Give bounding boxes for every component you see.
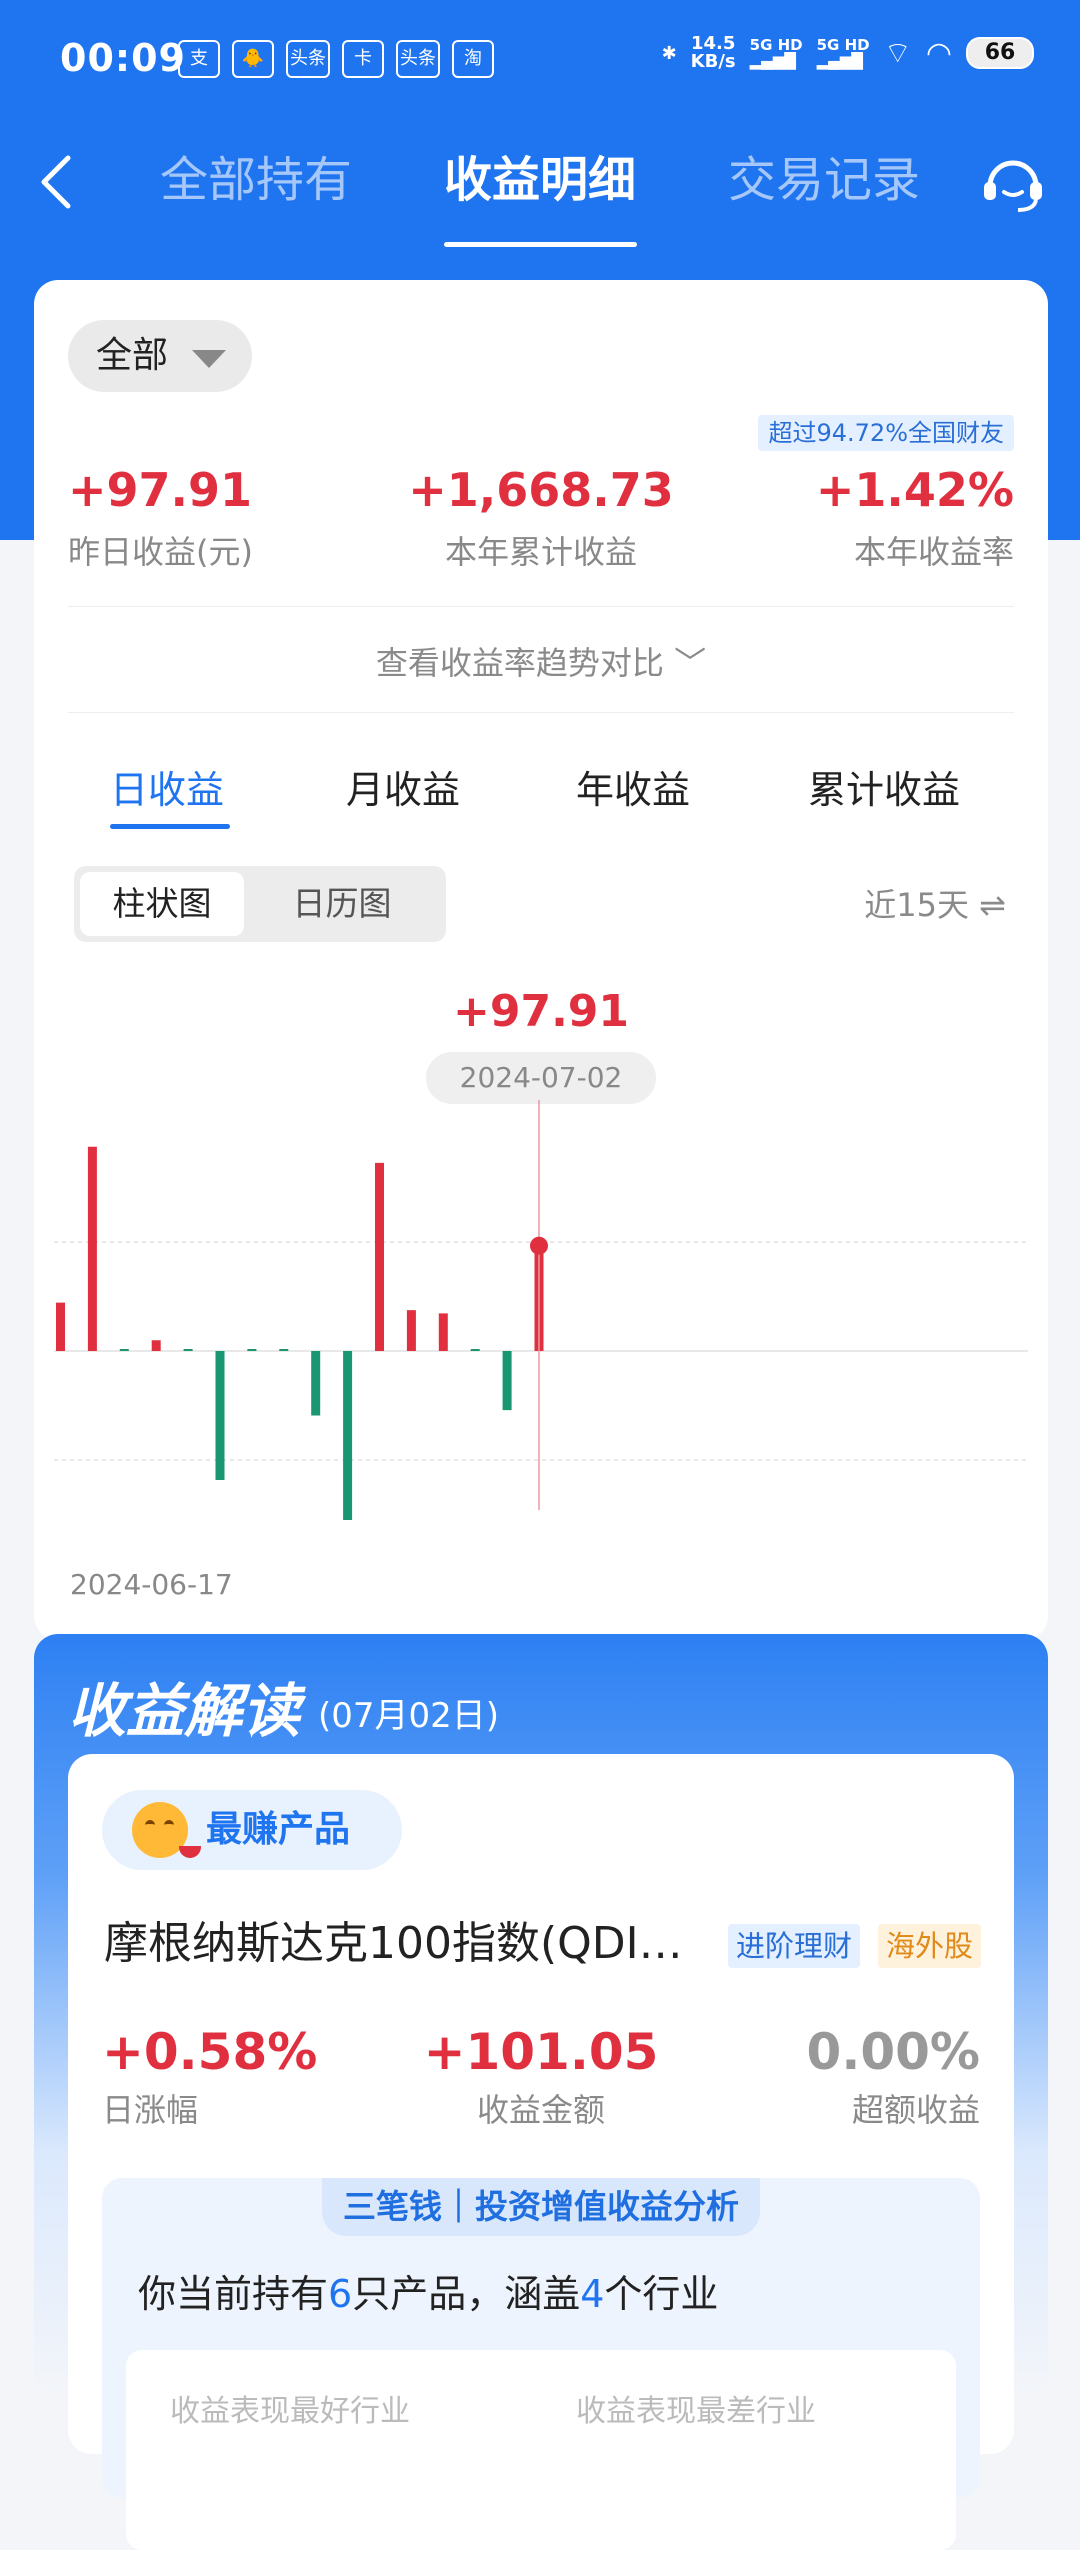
tab-yearly-income[interactable]: 年收益: [576, 760, 690, 820]
excess-return-metric: 0.00% 超额收益: [806, 2023, 980, 2129]
bar-2024-06-20[interactable]: [151, 1340, 161, 1351]
bluetooth-icon: ✱: [661, 42, 677, 64]
bar-2024-06-26[interactable]: [343, 1351, 353, 1520]
bar-2024-06-17[interactable]: [56, 1302, 65, 1351]
signal-icon: 5G HD ▂▄▆█: [816, 36, 870, 70]
back-button[interactable]: [36, 152, 76, 222]
bar-2024-06-24[interactable]: [279, 1349, 289, 1351]
worst-industry-label: 收益表现最差行业: [576, 2394, 816, 2429]
tab-monthly-income[interactable]: 月收益: [346, 760, 460, 820]
tooltip-value: +97.91: [452, 986, 630, 1037]
income-analysis-section: 收益解读 (07月02日) 最赚产品 摩根纳斯达克100指数(QDI… 进阶理财…: [34, 1634, 1048, 2550]
selected-point-marker: [530, 1236, 548, 1255]
bar-2024-07-01[interactable]: [502, 1351, 512, 1411]
alipay-icon: 支: [178, 40, 220, 78]
status-time: 00:09: [60, 36, 186, 80]
product-filter-dropdown[interactable]: 全部: [68, 320, 252, 392]
customer-service-icon[interactable]: [978, 148, 1048, 218]
tooltip-date: 2024-07-02: [426, 1052, 656, 1104]
active-period-indicator: [110, 824, 230, 829]
analysis-date: (07月02日): [318, 1696, 500, 1736]
hotspot-icon: ⌔: [883, 36, 912, 71]
toutiao-icon: 头条: [286, 40, 330, 78]
product-tag: 海外股: [878, 1924, 982, 1968]
smile-emoji-icon: [132, 1802, 201, 1858]
network-speed: 14.5 KB/s: [690, 33, 736, 72]
calendar-view-button[interactable]: 日历图: [252, 872, 432, 936]
x-axis-start-label: 2024-06-17: [70, 1568, 233, 1601]
triangle-down-icon: [192, 350, 226, 368]
bar-2024-06-25[interactable]: [311, 1351, 321, 1416]
toutiao-icon: 头条: [396, 40, 440, 78]
tab-daily-income[interactable]: 日收益: [110, 760, 224, 820]
bar-2024-06-27[interactable]: [375, 1162, 384, 1351]
top-earner-chip: 最赚产品: [102, 1790, 402, 1870]
bar-2024-06-23[interactable]: [247, 1349, 257, 1351]
portfolio-analysis-title: 三笔钱｜投资增值收益分析: [322, 2178, 760, 2236]
bar-2024-06-18[interactable]: [87, 1146, 97, 1351]
product-name[interactable]: 摩根纳斯达克100指数(QDI…: [104, 1914, 684, 1974]
best-industry-label: 收益表现最好行业: [170, 2394, 410, 2429]
top-product-card[interactable]: 最赚产品 摩根纳斯达克100指数(QDI… 进阶理财 海外股 +0.58% 日涨…: [68, 1754, 1014, 2550]
income-summary-card: 全部 超过94.72%全国财友 +97.91 昨日收益(元) +1,668.73…: [34, 280, 1048, 1640]
divider: [68, 606, 1014, 607]
bar-view-button[interactable]: 柱状图: [80, 872, 244, 936]
portfolio-analysis-box[interactable]: 三笔钱｜投资增值收益分析 你当前持有6只产品，涵盖4个行业 收益表现最好行业 收…: [102, 2178, 980, 2550]
bar-2024-06-21[interactable]: [183, 1349, 193, 1351]
active-tab-indicator: [444, 242, 637, 247]
bar-2024-06-19[interactable]: [119, 1349, 129, 1351]
range-selector[interactable]: 近15天 ⇌: [864, 880, 1006, 930]
chevron-left-icon: [41, 155, 71, 209]
divider: [68, 712, 1014, 713]
daily-income-bar-chart[interactable]: [34, 1100, 1048, 1520]
tab-all-holdings[interactable]: 全部持有: [160, 150, 352, 210]
rank-badge: 超过94.72%全国财友: [758, 415, 1014, 451]
taobao-icon: 淘: [452, 40, 494, 78]
battery-icon: 66: [966, 37, 1034, 69]
tab-cumulative-income[interactable]: 累计收益: [808, 760, 960, 820]
notification-icons: 支 🐥 头条 卡 头条 淘: [178, 40, 494, 78]
trend-compare-link[interactable]: 查看收益率趋势对比 ﹀: [34, 638, 1048, 688]
top-nav: 全部持有 收益明细 交易记录: [0, 130, 1080, 250]
product-tag: 进阶理财: [728, 1924, 861, 1968]
bar-2024-06-30[interactable]: [470, 1349, 480, 1351]
card-icon: 卡: [342, 40, 384, 78]
signal-icon: 5G HD ▂▄▆█: [749, 36, 803, 70]
tab-income-detail[interactable]: 收益明细: [444, 150, 636, 210]
app-icon: 🐥: [232, 40, 274, 78]
industry-performance-panel: 收益表现最好行业 收益表现最差行业: [126, 2350, 956, 2550]
year-return-rate: +1.42% 本年收益率: [815, 463, 1014, 571]
wifi-icon: ◠: [925, 35, 952, 71]
analysis-title: 收益解读: [68, 1677, 301, 1745]
holdings-summary: 你当前持有6只产品，涵盖4个行业: [138, 2272, 719, 2316]
status-bar: 00:09 支 🐥 头条 卡 头条 淘 ✱ 14.5 KB/s 5G HD ▂▄▆…: [0, 0, 1080, 120]
bar-2024-06-29[interactable]: [438, 1313, 448, 1351]
chart-view-toggle: 柱状图 日历图: [74, 866, 446, 942]
bar-2024-06-22[interactable]: [215, 1351, 225, 1480]
tab-trade-records[interactable]: 交易记录: [728, 150, 920, 210]
bar-2024-06-28[interactable]: [406, 1310, 416, 1351]
